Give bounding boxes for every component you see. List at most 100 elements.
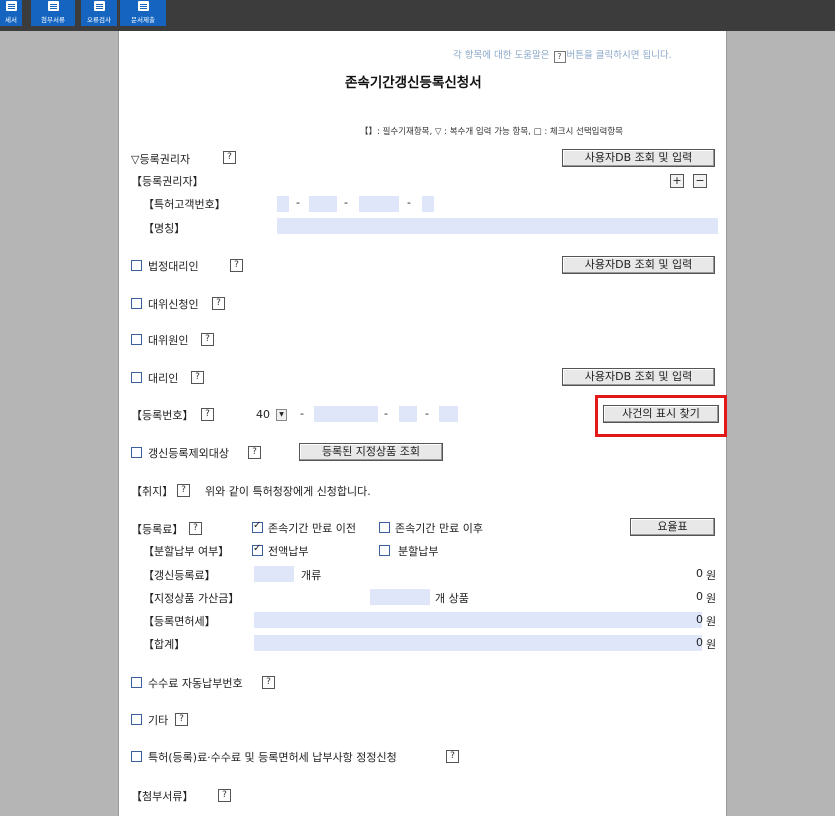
customer-number-field-1[interactable] — [277, 196, 289, 212]
after-expiry-checkbox[interactable] — [379, 522, 390, 533]
goods-count-field[interactable] — [370, 589, 430, 605]
license-tax-field[interactable] — [254, 612, 702, 628]
help-icon-correction[interactable]: ? — [446, 750, 459, 763]
toolbar-document-label: 세서 — [5, 16, 17, 24]
help-icon-agent[interactable]: ? — [191, 371, 204, 384]
total-amount: 0 — [696, 636, 703, 649]
total-label: 【합계】 — [143, 638, 186, 651]
help-icon-auto-pay[interactable]: ? — [262, 676, 275, 689]
after-expiry-label: 존속기간 만료 이후 — [395, 522, 483, 535]
legend-text: 【】: 필수기재항목, ▽ : 복수개 입력 가능 항목, □ : 체크시 선택… — [360, 127, 623, 137]
registration-number-field-2[interactable] — [399, 406, 417, 422]
toolbar-attachments-button[interactable]: 첨부서류 — [31, 0, 75, 26]
name-label: 【명칭】 — [143, 222, 186, 235]
toolbar-document-button[interactable]: 세서 — [0, 0, 22, 26]
fee-label: 【등록료】 — [131, 523, 184, 536]
renewal-fee-amount: 0 — [696, 567, 703, 580]
customer-number-field-4[interactable] — [422, 196, 434, 212]
help-icon-renewal-exclusion[interactable]: ? — [248, 446, 261, 459]
installment-label: 【분할납부 여부】 — [143, 545, 230, 558]
help-text-post: 버튼을 클릭하시면 됩니다. — [566, 50, 672, 61]
renewal-fee-label: 【갱신등록료】 — [143, 569, 216, 582]
help-text-pre: 각 항목에 대한 도움말은 — [453, 50, 550, 61]
designated-goods-label: 【지정상품 가산금】 — [143, 592, 240, 605]
help-icon-purpose[interactable]: ? — [177, 484, 190, 497]
purpose-text: 위와 같이 특허청장에게 신청합니다. — [205, 485, 371, 498]
toolbar-submit-button[interactable]: 문서제출 — [120, 0, 166, 26]
purpose-label: 【취지】 — [131, 485, 174, 498]
error-check-icon — [93, 1, 105, 11]
registrant-section-label: ▽등록권리자 — [131, 153, 191, 166]
fee-table-button[interactable]: 요율표 — [630, 518, 715, 536]
full-payment-checkbox[interactable] — [252, 543, 263, 556]
help-icon-proxy-origin[interactable]: ? — [201, 333, 214, 346]
other-label: 기타 — [148, 714, 169, 727]
registration-prefix-select[interactable]: 40 ▼ — [250, 407, 290, 423]
designated-goods-amount: 0 — [696, 590, 703, 603]
other-checkbox[interactable] — [131, 714, 142, 725]
customer-number-field-2[interactable] — [309, 196, 337, 212]
agent-checkbox[interactable] — [131, 372, 142, 383]
top-toolbar: 세서 첨부서류 오류검사 문서제출 — [0, 0, 835, 31]
proxy-origin-checkbox[interactable] — [131, 334, 142, 345]
attachments-label: 【첨부서류】 — [131, 790, 194, 803]
help-question-icon: ? — [553, 51, 566, 63]
correction-checkbox[interactable] — [131, 751, 142, 762]
submit-icon — [137, 1, 149, 11]
agent-label: 대리인 — [148, 372, 179, 385]
name-field[interactable] — [277, 218, 718, 234]
user-db-button-agent[interactable]: 사용자DB 조회 및 입력 — [562, 368, 715, 386]
total-unit: 원 — [706, 638, 717, 651]
legal-rep-checkbox[interactable] — [131, 260, 142, 271]
help-icon-proxy-applicant[interactable]: ? — [212, 297, 225, 310]
dash-5: - — [384, 407, 388, 420]
full-payment-label: 전액납부 — [268, 545, 309, 558]
view-designated-goods-button[interactable]: 등록된 지정상품 조회 — [299, 443, 443, 461]
help-icon-registration-number[interactable]: ? — [201, 408, 214, 421]
class-suffix: 개류 — [301, 569, 322, 582]
before-expiry-checkbox[interactable] — [252, 520, 263, 533]
auto-pay-checkbox[interactable] — [131, 677, 142, 688]
help-icon-fee[interactable]: ? — [189, 522, 202, 535]
dash-2: - — [344, 196, 348, 209]
customer-number-field-3[interactable] — [359, 196, 399, 212]
form-document: 각 항목에 대한 도움말은 ? 버튼을 클릭하시면 됩니다. 존속기간갱신등록신청… — [118, 31, 727, 816]
registration-prefix-value: 40 — [256, 408, 270, 421]
registration-number-field-1[interactable] — [314, 406, 378, 422]
toolbar-attachments-label: 첨부서류 — [41, 16, 65, 24]
license-tax-amount: 0 — [696, 613, 703, 626]
add-registrant-button[interactable]: + — [670, 174, 684, 188]
proxy-applicant-label: 대위신청인 — [148, 298, 199, 311]
class-count-field[interactable] — [254, 566, 294, 582]
renewal-fee-unit: 원 — [706, 569, 717, 582]
toolbar-error-check-button[interactable]: 오류검사 — [81, 0, 117, 26]
goods-suffix: 개 상품 — [435, 592, 469, 605]
registrant-header: 【등록권리자】 — [131, 175, 204, 188]
remove-registrant-button[interactable]: − — [693, 174, 707, 188]
proxy-origin-label: 대위원인 — [148, 334, 189, 347]
find-case-button[interactable]: 사건의 표시 찾기 — [603, 405, 719, 423]
toolbar-error-check-label: 오류검사 — [87, 16, 111, 24]
installment-option-label: 분할납부 — [398, 545, 439, 558]
help-icon-other[interactable]: ? — [175, 713, 188, 726]
user-db-button-registrant[interactable]: 사용자DB 조회 및 입력 — [562, 149, 715, 167]
help-icon-registrant[interactable]: ? — [223, 151, 236, 164]
renewal-exclusion-label: 갱신등록제외대상 — [148, 447, 229, 460]
installment-checkbox[interactable] — [379, 545, 390, 556]
customer-number-label: 【특허고객번호】 — [143, 198, 226, 211]
registration-number-field-3[interactable] — [439, 406, 458, 422]
dash-1: - — [296, 196, 300, 209]
user-db-button-legal-rep[interactable]: 사용자DB 조회 및 입력 — [562, 256, 715, 274]
dropdown-arrow-icon[interactable]: ▼ — [276, 409, 287, 421]
designated-goods-unit: 원 — [706, 592, 717, 605]
registration-number-label: 【등록번호】 — [131, 409, 194, 422]
help-icon-attachments[interactable]: ? — [218, 789, 231, 802]
document-icon — [5, 1, 17, 11]
license-tax-unit: 원 — [706, 615, 717, 628]
license-tax-label: 【등록면허세】 — [143, 615, 216, 628]
dash-6: - — [425, 407, 429, 420]
help-icon-legal-rep[interactable]: ? — [230, 259, 243, 272]
proxy-applicant-checkbox[interactable] — [131, 298, 142, 309]
renewal-exclusion-checkbox[interactable] — [131, 447, 142, 458]
legal-rep-label: 법정대리인 — [148, 260, 199, 273]
